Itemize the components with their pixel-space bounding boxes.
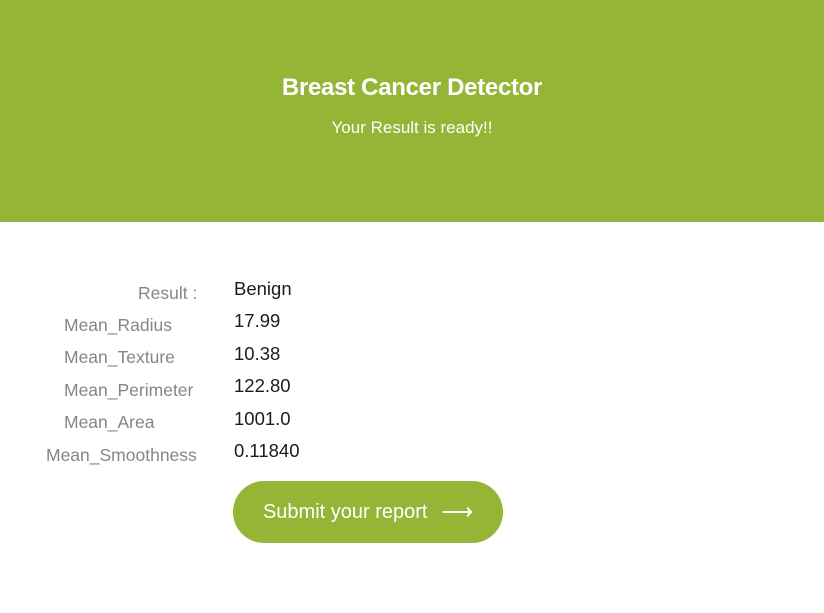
result-label: Result :: [138, 283, 198, 303]
submit-report-button[interactable]: Submit your report ⟶: [233, 481, 503, 543]
submit-report-label: Submit your report: [262, 500, 428, 523]
field-value-mean-texture: 10.38: [234, 343, 281, 364]
field-value-mean-radius: 17.99: [234, 310, 281, 331]
field-value-mean-area: 1001.0: [234, 408, 291, 429]
header-banner: Breast Cancer Detector Your Result is re…: [0, 0, 824, 222]
field-label-mean-texture: Mean_Texture: [64, 347, 175, 367]
field-value-mean-smoothness: 0.11840: [234, 440, 300, 461]
field-label-mean-smoothness: Mean_Smoothness: [46, 445, 197, 465]
page-subtitle: Your Result is ready!!: [331, 118, 493, 137]
field-label-mean-area: Mean_Area: [64, 412, 155, 432]
field-label-mean-perimeter: Mean_Perimeter: [64, 380, 194, 400]
result-value: Benign: [234, 278, 292, 299]
page-title: Breast Cancer Detector: [281, 74, 543, 101]
arrow-right-icon: ⟶: [441, 499, 474, 524]
field-label-mean-radius: Mean_Radius: [64, 315, 172, 335]
field-value-mean-perimeter: 122.80: [234, 375, 291, 396]
